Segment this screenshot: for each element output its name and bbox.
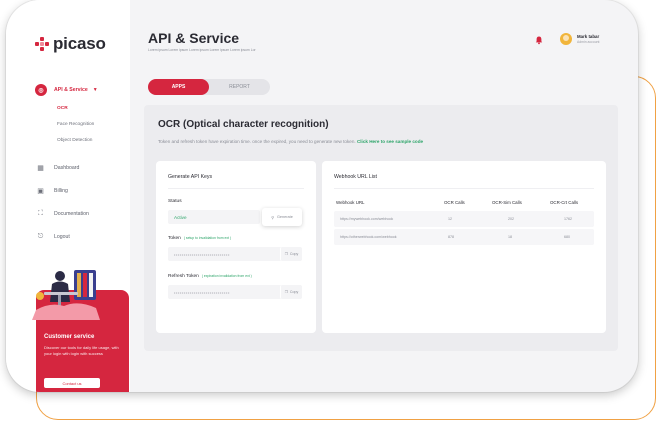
sidebar-item-logout[interactable]: ⎋ Logout xyxy=(36,225,126,248)
token-hint: ( setup to invalidation from ext ) xyxy=(183,236,232,240)
sample-code-link[interactable]: Click Here to see sample code xyxy=(357,139,423,144)
sidebar-item-documentation[interactable]: ⛶ Documentation xyxy=(36,202,126,225)
logo-icon xyxy=(35,37,49,51)
sidebar-subitem-object-detection[interactable]: Object Detection xyxy=(36,132,126,148)
page-subtitle: Lorem ipsum Lorem ipsum Lorem ipsum Lore… xyxy=(148,48,256,52)
copy-label: Copy xyxy=(289,252,299,256)
avatar xyxy=(560,33,572,45)
ocr-description: Token and refresh token have expiration … xyxy=(158,139,423,144)
webhook-url-cell: https://mywebhook.com/webhook xyxy=(340,217,394,221)
ocr-calls-cell: 12 xyxy=(448,217,452,221)
sidebar: picaso ◎ API & Service ▼ OCR Face Recogn… xyxy=(6,0,130,392)
copy-label: Copy xyxy=(289,290,299,294)
sidebar-item-dashboard[interactable]: ▦ Dashboard xyxy=(36,156,126,179)
copy-refresh-token-button[interactable]: ❐ Copy xyxy=(280,285,302,299)
sidebar-item-label: Documentation xyxy=(54,210,89,217)
support-illustration xyxy=(32,270,100,320)
sidebar-item-label: API & Service xyxy=(54,87,88,93)
sidebar-subitem-ocr[interactable]: OCR xyxy=(36,100,126,116)
sidebar-item-label: Dashboard xyxy=(54,164,80,171)
brand-logo[interactable]: picaso xyxy=(35,34,106,54)
ocr-calls-cell: 878 xyxy=(448,235,454,239)
token-field[interactable]: •••••••••••••••••••••••••••• xyxy=(168,247,290,261)
status-value: Active xyxy=(174,214,187,220)
document-icon: ⛶ xyxy=(38,209,43,217)
contact-us-button[interactable]: Contact us xyxy=(44,378,100,388)
user-profile[interactable]: Mark tabar Admin account xyxy=(560,33,599,45)
customer-service-title: Customer service xyxy=(44,334,95,340)
api-keys-title: Generate API Keys xyxy=(168,174,213,180)
app-window: picaso ◎ API & Service ▼ OCR Face Recogn… xyxy=(6,0,638,392)
ocr-sim-calls-cell: 18 xyxy=(508,235,512,239)
sidebar-item-label: Billing xyxy=(54,187,68,194)
main-content: API & Service Lorem ipsum Lorem ipsum Lo… xyxy=(130,0,638,392)
tab-apps[interactable]: APPS xyxy=(148,79,209,95)
column-header-ocr-calls: OCR Calls xyxy=(444,200,465,205)
customer-service-text: Discover our tools for daily life usage,… xyxy=(44,345,119,356)
sidebar-nav: ◎ API & Service ▼ OCR Face Recognition O… xyxy=(35,80,126,248)
ocr-crt-calls-cell: 1762 xyxy=(564,217,572,221)
sidebar-item-api-service[interactable]: ◎ API & Service ▼ xyxy=(35,80,126,100)
key-icon: ⚲ xyxy=(271,215,274,220)
tab-report[interactable]: REPORT xyxy=(209,79,270,95)
table-row[interactable]: https://otherwebhook.com/webhook 878 18 … xyxy=(334,229,594,245)
webhook-card: Webhook URL List Webhook URL OCR Calls O… xyxy=(322,161,606,333)
column-header-ocr-crt-calls: OCR-Crt Calls xyxy=(550,200,579,205)
notification-bell-icon[interactable] xyxy=(534,35,544,45)
status-field: Active xyxy=(168,210,260,224)
ocr-panel: OCR (Optical character recognition) Toke… xyxy=(144,105,618,351)
refresh-token-hint: ( expiration invalidation from ext ) xyxy=(201,274,252,278)
sidebar-subitem-face-recognition[interactable]: Face Recognition xyxy=(36,116,126,132)
copy-token-button[interactable]: ❐ Copy xyxy=(280,247,302,261)
ocr-crt-calls-cell: 680 xyxy=(564,235,570,239)
tab-bar: APPS REPORT xyxy=(148,79,270,95)
column-header-webhook-url: Webhook URL xyxy=(336,200,365,205)
webhook-url-cell: https://otherwebhook.com/webhook xyxy=(340,235,397,239)
ocr-description-text: Token and refresh token have expiration … xyxy=(158,139,356,144)
refresh-token-field[interactable]: •••••••••••••••••••••••••••• xyxy=(168,285,290,299)
card-divider xyxy=(168,188,304,189)
ocr-sim-calls-cell: 202 xyxy=(508,217,514,221)
generate-label: Generate xyxy=(276,215,293,219)
token-label: Token( setup to invalidation from ext ) xyxy=(168,236,231,241)
api-keys-card: Generate API Keys Status Active ⚲ Genera… xyxy=(156,161,316,333)
card-divider xyxy=(334,188,594,189)
user-name: Mark tabar xyxy=(577,34,600,39)
sidebar-item-label: Logout xyxy=(54,233,70,240)
chevron-down-icon: ▼ xyxy=(92,87,98,93)
table-row[interactable]: https://mywebhook.com/webhook 12 202 176… xyxy=(334,211,594,227)
token-label-text: Token xyxy=(168,236,181,241)
page-title: API & Service xyxy=(148,30,240,46)
brand-name: picaso xyxy=(53,34,106,53)
billing-icon: ▣ xyxy=(37,187,44,195)
column-header-ocr-sim-calls: OCR-Sim Calls xyxy=(492,200,522,205)
refresh-token-label: Refresh Token( expiration invalidation f… xyxy=(168,274,252,279)
copy-icon: ❐ xyxy=(284,252,288,256)
user-role: Admin account xyxy=(577,40,600,44)
ocr-title: OCR (Optical character recognition) xyxy=(158,119,329,130)
status-label: Status xyxy=(168,199,182,204)
sidebar-item-billing[interactable]: ▣ Billing xyxy=(36,179,126,202)
grid-icon: ▦ xyxy=(37,164,44,172)
refresh-token-label-text: Refresh Token xyxy=(168,274,199,279)
api-icon: ◎ xyxy=(35,84,47,96)
logout-icon: ⎋ xyxy=(37,232,44,240)
screenshot-stage: picaso ◎ API & Service ▼ OCR Face Recogn… xyxy=(0,0,657,422)
generate-button[interactable]: ⚲ Generate xyxy=(262,208,302,226)
webhook-title: Webhook URL List xyxy=(334,174,377,180)
user-info: Mark tabar Admin account xyxy=(577,34,599,44)
copy-icon: ❐ xyxy=(284,290,288,294)
